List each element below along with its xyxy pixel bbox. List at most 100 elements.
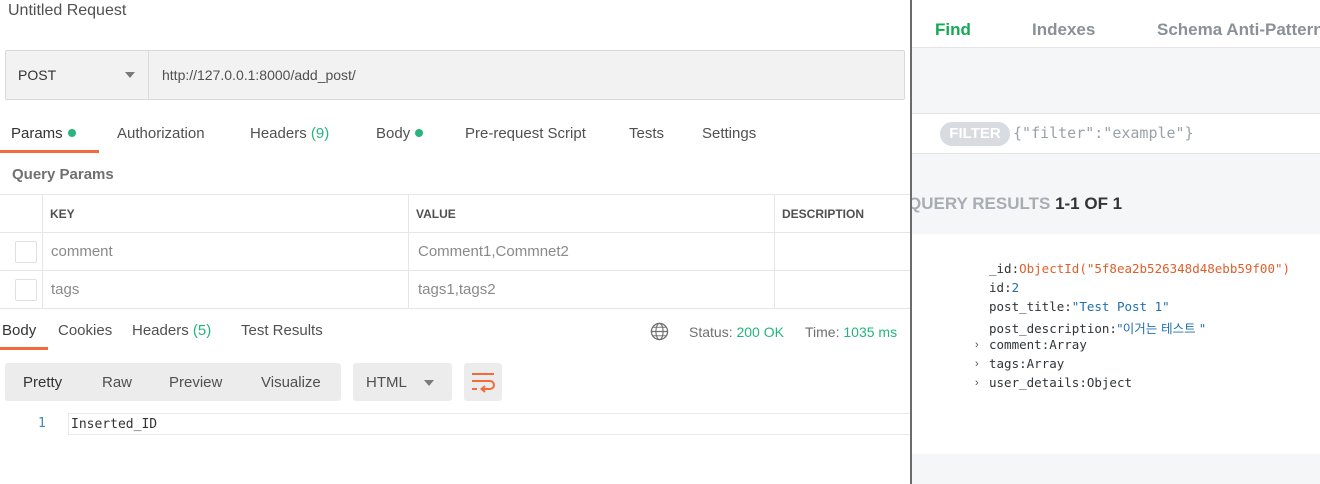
header-cell: VALUE: [408, 195, 774, 233]
expand-arrow-icon[interactable]: ›: [975, 358, 979, 370]
field-value: ObjectId("5f8ea2b526348d48ebb59f00"): [1019, 261, 1291, 276]
tab-test-results[interactable]: Test Results: [241, 322, 323, 339]
param-value: tags1,tags2: [418, 281, 496, 298]
document-field[interactable]: post_title:"Test Post 1": [989, 299, 1170, 314]
query-results-header: QUERY RESULTS 1-1 OF 1: [912, 194, 1123, 214]
status-value[interactable]: 200 OK: [736, 324, 783, 340]
tab-label: Pre-request Script: [465, 125, 586, 142]
tab-label: Headers: [132, 322, 189, 339]
line-number: 1: [38, 416, 46, 431]
view-mode-bar: Pretty Raw Preview Visualize: [5, 363, 341, 401]
tab-label: Authorization: [117, 125, 205, 142]
raw-button[interactable]: Raw: [102, 374, 132, 391]
request-tabs: Params Authorization Headers (9) Body Pr…: [0, 120, 910, 154]
postman-pane: Untitled Request POST http://127.0.0.1:8…: [0, 0, 910, 484]
status-dot-icon: [415, 129, 424, 137]
response-tabs: Body Cookies Headers (5) Test Results St…: [0, 312, 910, 352]
tab-settings[interactable]: Settings: [702, 125, 756, 142]
field-key: tags: [989, 356, 1020, 371]
field-value: Array: [1026, 356, 1065, 371]
param-key: comment: [51, 243, 113, 260]
document-field[interactable]: id:2: [989, 280, 1019, 295]
query-params-title: Query Params: [12, 166, 114, 183]
filter-badge: FILTER: [940, 122, 1010, 146]
tab-indexes[interactable]: Indexes: [1032, 20, 1095, 40]
code-line: Inserted_ID: [68, 413, 910, 435]
format-label: HTML: [366, 374, 407, 391]
expand-arrow-icon[interactable]: ›: [975, 377, 979, 389]
field-value: Array: [1049, 337, 1087, 352]
method-label: POST: [18, 67, 57, 83]
active-tab-indicator: [0, 150, 99, 153]
table-row: comment Comment1,Commnet2: [0, 233, 910, 271]
tab-find[interactable]: Find: [935, 20, 971, 40]
tab-params[interactable]: Params: [11, 125, 76, 142]
field-value: 2: [1011, 280, 1020, 295]
response-editor[interactable]: 1 Inserted_ID: [0, 412, 910, 436]
header-cell: KEY: [42, 195, 408, 233]
compass-pane: Find Indexes Schema Anti-Patterns FILTER…: [910, 0, 1320, 484]
filter-input[interactable]: {"filter":"example"}: [1013, 124, 1194, 142]
document-field[interactable]: post_description:"이거는 테스트 ": [989, 318, 1205, 337]
tab-cookies[interactable]: Cookies: [58, 322, 112, 339]
row-checkbox[interactable]: [15, 241, 37, 263]
field-value: "Test Post 1": [1071, 299, 1170, 314]
tab-schema-anti-patterns[interactable]: Schema Anti-Patterns: [1157, 20, 1320, 40]
status-info: Status: 200 OK: [689, 324, 784, 340]
tab-label: Settings: [702, 125, 757, 142]
wrap-lines-icon: [472, 373, 495, 393]
tab-response-headers[interactable]: Headers (5): [132, 322, 211, 339]
request-title[interactable]: Untitled Request: [8, 2, 126, 20]
headers-count: (9): [310, 125, 330, 142]
header-value: VALUE: [416, 207, 456, 221]
tab-tests[interactable]: Tests: [629, 125, 664, 142]
globe-icon[interactable]: [650, 322, 669, 341]
key-cell[interactable]: tags: [42, 271, 408, 309]
table-row: tags tags1,tags2: [0, 271, 910, 309]
pretty-button[interactable]: Pretty: [23, 374, 62, 391]
description-cell[interactable]: [774, 271, 910, 309]
field-key: user_details: [989, 375, 1080, 390]
row-checkbox[interactable]: [15, 279, 37, 301]
time-value[interactable]: 1035 ms: [843, 324, 897, 340]
wrap-lines-button[interactable]: [464, 363, 502, 401]
description-cell[interactable]: [774, 233, 910, 271]
url-input[interactable]: http://127.0.0.1:8000/add_post/: [162, 67, 356, 83]
visualize-button[interactable]: Visualize: [261, 374, 321, 391]
query-results-range: 1-1 OF 1: [1055, 194, 1123, 213]
document-field[interactable]: comment:Array: [989, 337, 1087, 352]
active-tab-indicator: [0, 347, 48, 350]
tab-body[interactable]: Body: [376, 125, 424, 142]
key-cell[interactable]: comment: [42, 233, 408, 271]
param-key: tags: [51, 281, 80, 298]
field-key: id: [989, 280, 1005, 295]
url-bar: POST http://127.0.0.1:8000/add_post/: [5, 50, 905, 100]
value-cell[interactable]: tags1,tags2: [408, 271, 774, 309]
tab-response-body[interactable]: Body: [2, 322, 36, 339]
tab-authorization[interactable]: Authorization: [117, 125, 205, 142]
response-content: Inserted_ID: [71, 417, 158, 432]
query-params-table: KEY VALUE DESCRIPTION comment Comment1,C…: [0, 194, 910, 310]
document-card: _id:ObjectId("5f8ea2b526348d48ebb59f00")…: [912, 234, 1320, 454]
document-field[interactable]: _id:ObjectId("5f8ea2b526348d48ebb59f00"): [989, 261, 1290, 276]
field-key: post_description: [989, 321, 1110, 336]
format-dropdown[interactable]: HTML: [353, 363, 452, 401]
tab-pre-request-script[interactable]: Pre-request Script: [465, 125, 586, 142]
tab-label: Body: [376, 125, 411, 142]
status-label: Status:: [689, 324, 733, 340]
document-field[interactable]: tags:Array: [989, 356, 1064, 371]
value-cell[interactable]: Comment1,Commnet2: [408, 233, 774, 271]
table-header-row: KEY VALUE DESCRIPTION: [0, 195, 910, 233]
tab-label: Headers: [250, 125, 307, 142]
tab-headers[interactable]: Headers (9): [250, 125, 329, 142]
method-dropdown[interactable]: POST: [6, 51, 149, 99]
tab-label: Tests: [629, 125, 665, 142]
param-value: Comment1,Commnet2: [418, 243, 569, 260]
document-field[interactable]: user_details:Object: [989, 375, 1132, 390]
preview-button[interactable]: Preview: [169, 374, 222, 391]
filter-bar: FILTER {"filter":"example"}: [912, 114, 1320, 154]
status-dot-icon: [67, 129, 76, 137]
expand-arrow-icon[interactable]: ›: [975, 339, 979, 351]
field-value: "이거는 테스트 ": [1116, 321, 1206, 336]
field-key: comment: [989, 337, 1042, 352]
